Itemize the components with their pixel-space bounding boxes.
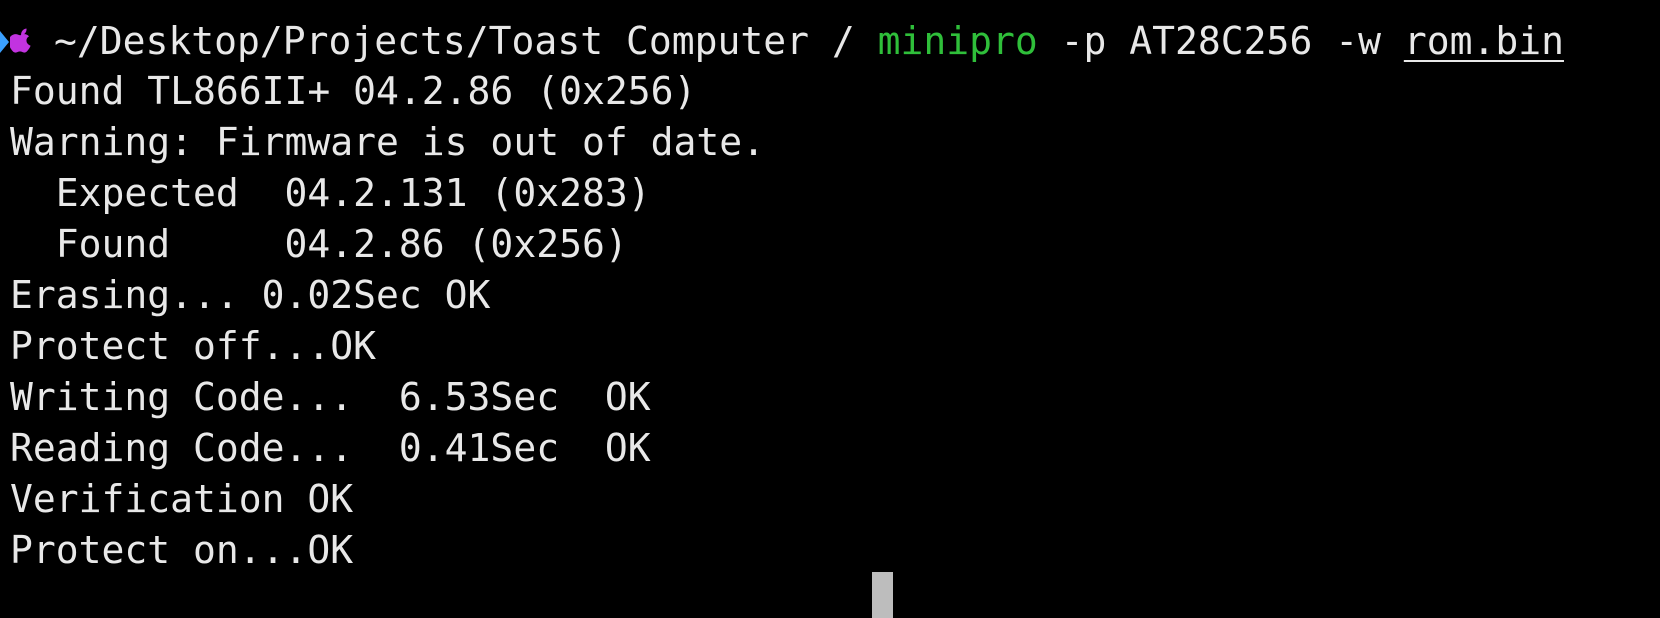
output-line: Erasing... 0.02Sec OK: [10, 273, 491, 317]
output-line: Protect off...OK: [10, 324, 377, 368]
output-line: Found TL866II+ 04.2.86 (0x256): [10, 69, 697, 113]
command-prompt-line: ~/Desktop/Projects/Toast Computer / mini…: [0, 14, 1564, 68]
terminal-window[interactable]: ~/Desktop/Projects/Toast Computer / mini…: [0, 0, 1660, 618]
output-line: Expected 04.2.131 (0x283): [10, 171, 651, 215]
terminal-cursor: [872, 572, 893, 618]
output-line: Protect on...OK: [10, 528, 354, 572]
command-file-argument[interactable]: rom.bin: [1404, 19, 1564, 63]
apple-logo-icon: [8, 14, 34, 68]
output-line: Found 04.2.86 (0x256): [10, 222, 628, 266]
command-args: -p AT28C256 -w: [1037, 19, 1404, 63]
output-line: Warning: Firmware is out of date.: [10, 120, 765, 164]
prompt-arrow-icon: [0, 30, 9, 53]
output-line: Verification OK: [10, 477, 354, 521]
command-name: minipro: [877, 19, 1038, 63]
output-line: Reading Code... 0.41Sec OK: [10, 426, 651, 470]
prompt-path: ~/Desktop/Projects/Toast Computer /: [54, 19, 855, 63]
output-line: Writing Code... 6.53Sec OK: [10, 375, 651, 419]
